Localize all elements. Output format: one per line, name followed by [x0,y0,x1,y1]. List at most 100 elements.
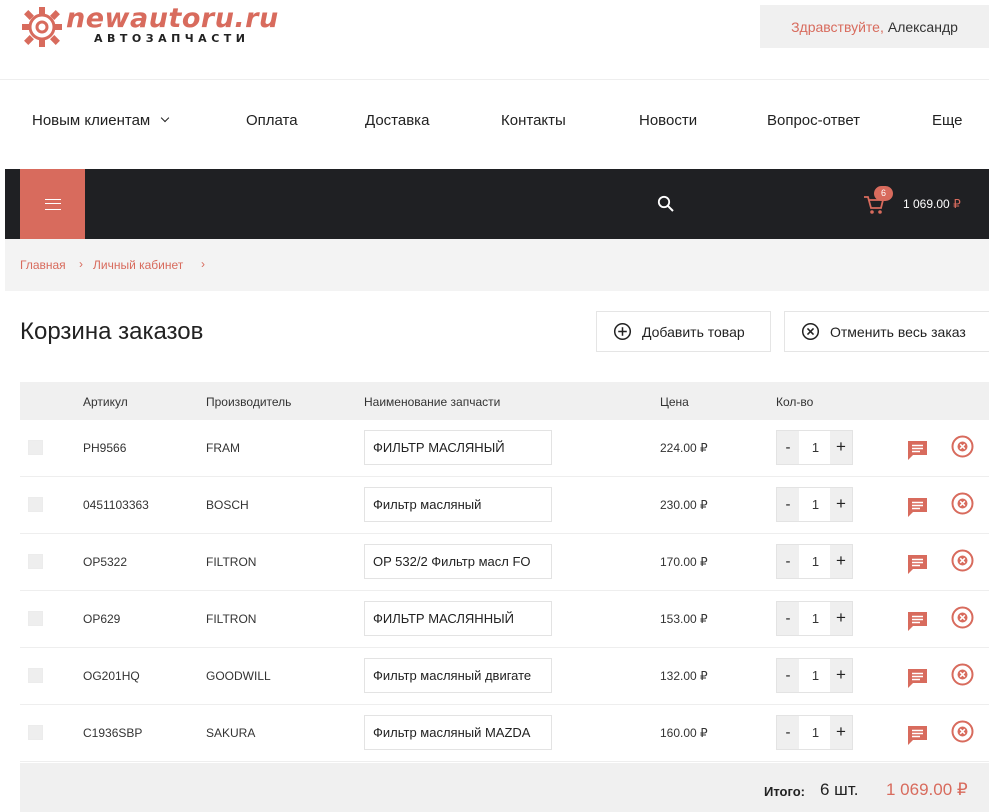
add-item-button[interactable]: Добавить товар [596,311,771,352]
cart-total[interactable]: 1 069.00 ₽ [903,197,961,211]
row-checkbox[interactable] [28,611,43,626]
quantity-increase-button[interactable]: + [830,545,852,578]
total-count: 6 шт. [820,780,859,799]
menu-item-news[interactable]: Новости [639,112,697,129]
quantity-input[interactable]: 1 [799,602,832,635]
table-row: OP5322 FILTRON OP 532/2 Фильтр масл FO 170.… [20,534,989,591]
user-greeting[interactable]: Здравствуйте, Александр [760,5,989,48]
quantity-stepper: -1 + [776,487,853,522]
menu-item-payment[interactable]: Оплата [246,112,298,129]
comment-icon[interactable] [907,440,928,461]
greeting-text: Здравствуйте, [791,18,884,35]
row-checkbox[interactable] [28,497,43,512]
gear-icon [22,7,62,47]
row-checkbox[interactable] [28,554,43,569]
comment-icon[interactable] [907,668,928,689]
add-item-label: Добавить товар [642,323,745,340]
quantity-stepper: -1 + [776,658,853,693]
cell-price: 224.00 ₽ [660,441,708,455]
delete-circle-icon[interactable] [951,663,974,686]
table-row: OG201HQ GOODWILL Фильтр масляный двигате 13… [20,648,989,705]
header-top: newautoru.ru АВТОЗАПЧАСТИ Здравствуйте, … [0,0,989,80]
quantity-stepper: -1 + [776,601,853,636]
quantity-input[interactable]: 1 [799,488,832,521]
cell-price: 230.00 ₽ [660,498,708,512]
cell-article: PH9566 [83,441,127,455]
quantity-decrease-button[interactable]: - [777,716,799,749]
menu-item-faq[interactable]: Вопрос-ответ [767,112,860,129]
table-row: 0451103363 BOSCH Фильтр масляный 230.00 ₽ -1… [20,477,989,534]
part-name-input[interactable]: ФИЛЬТР МАСЛЯНЫЙ [364,430,552,465]
cell-maker: FILTRON [206,555,257,569]
quantity-input[interactable]: 1 [799,716,832,749]
comment-icon[interactable] [907,725,928,746]
cart-currency: ₽ [953,197,961,211]
breadcrumb-account[interactable]: Личный кабинет [93,258,183,272]
quantity-decrease-button[interactable]: - [777,431,799,464]
quantity-increase-button[interactable]: + [830,716,852,749]
menu-item-more[interactable]: Еще [932,112,963,129]
cell-maker: BOSCH [206,498,249,512]
menu-item-new-clients[interactable]: Новым клиентам [32,112,170,129]
quantity-increase-button[interactable]: + [830,659,852,692]
row-checkbox[interactable] [28,440,43,455]
comment-icon[interactable] [907,611,928,632]
menu-item-delivery[interactable]: Доставка [365,112,429,129]
table-header: Артикул Производитель Наименование запча… [20,382,989,420]
quantity-input[interactable]: 1 [799,659,832,692]
breadcrumb: Главная › Личный кабинет › [5,239,989,291]
cancel-order-button[interactable]: Отменить весь заказ [784,311,989,352]
part-name-input[interactable]: Фильтр масляный двигате [364,658,552,693]
delete-circle-icon[interactable] [951,720,974,743]
menu-item-contacts[interactable]: Контакты [501,112,566,129]
quantity-stepper: -1 + [776,544,853,579]
header-article: Артикул [83,395,128,409]
page-title: Корзина заказов [20,318,204,345]
delete-circle-icon[interactable] [951,435,974,458]
row-checkbox[interactable] [28,668,43,683]
quantity-increase-button[interactable]: + [830,431,852,464]
cell-maker: FRAM [206,441,240,455]
part-name-input[interactable]: ФИЛЬТР МАСЛЯННЫЙ [364,601,552,636]
row-checkbox[interactable] [28,725,43,740]
comment-icon[interactable] [907,497,928,518]
logo-subtitle: АВТОЗАПЧАСТИ [94,32,250,45]
cell-price: 153.00 ₽ [660,612,708,626]
quantity-input[interactable]: 1 [799,545,832,578]
total-label: Итого: [764,784,805,799]
cart-count-badge: 6 [874,186,893,201]
breadcrumb-home[interactable]: Главная [20,258,66,272]
quantity-increase-button[interactable]: + [830,602,852,635]
quantity-input[interactable]: 1 [799,431,832,464]
cell-article: 0451103363 [83,498,149,512]
cell-price: 170.00 ₽ [660,555,708,569]
quantity-increase-button[interactable]: + [830,488,852,521]
delete-circle-icon[interactable] [951,606,974,629]
chevron-down-icon [161,113,170,123]
delete-circle-icon[interactable] [951,549,974,572]
user-name: Александр [887,18,958,35]
breadcrumb-separator: › [79,257,83,271]
quantity-decrease-button[interactable]: - [777,602,799,635]
part-name-input[interactable]: Фильтр масляный MAZDA [364,715,552,750]
quantity-stepper: -1 + [776,715,853,750]
part-name-input[interactable]: Фильтр масляный [364,487,552,522]
search-icon[interactable] [657,195,675,213]
hamburger-menu-button[interactable] [20,169,85,239]
part-name-input[interactable]: OP 532/2 Фильтр масл FO [364,544,552,579]
delete-circle-icon[interactable] [951,492,974,515]
header-price: Цена [660,395,689,409]
close-circle-icon [801,322,820,341]
cell-price: 132.00 ₽ [660,669,708,683]
hamburger-icon [44,198,61,210]
table-row: PH9566 FRAM ФИЛЬТР МАСЛЯНЫЙ 224.00 ₽ -1 + [20,420,989,477]
quantity-decrease-button[interactable]: - [777,488,799,521]
quantity-decrease-button[interactable]: - [777,659,799,692]
table-row: C1936SBP SAKURA Фильтр масляный MAZDA 160.0… [20,705,989,762]
cancel-order-label: Отменить весь заказ [830,323,966,340]
comment-icon[interactable] [907,554,928,575]
quantity-decrease-button[interactable]: - [777,545,799,578]
header-name: Наименование запчасти [364,395,501,409]
logo[interactable]: newautoru.ru АВТОЗАПЧАСТИ [20,5,279,49]
total-sum: 1 069.00 ₽ [886,780,968,799]
